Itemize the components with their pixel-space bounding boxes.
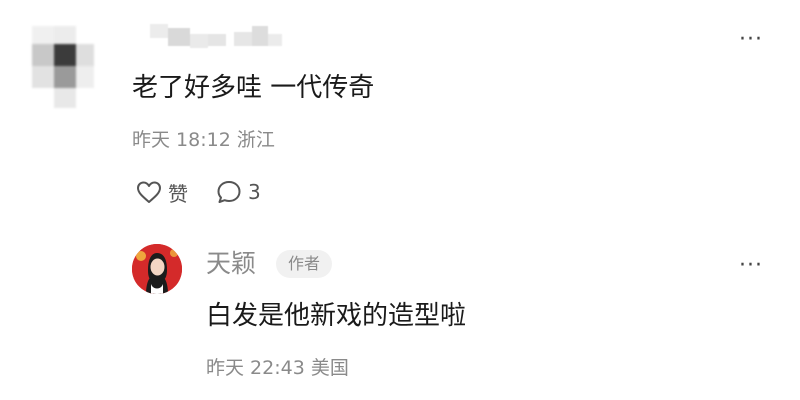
comment-meta: 昨天 18:12 浙江: [132, 124, 275, 156]
blurred-username[interactable]: [130, 20, 290, 54]
reply-location: 美国: [310, 357, 349, 379]
reply-count: 3: [248, 180, 261, 204]
comment-actions: 赞 3: [136, 174, 261, 210]
like-label: 赞: [168, 181, 188, 206]
reply-time: 昨天 22:43: [206, 357, 305, 379]
heart-outline-icon: [137, 181, 161, 203]
more-dots-icon[interactable]: ···: [736, 255, 766, 277]
reply-meta: 昨天 22:43 美国: [206, 352, 349, 384]
comment-thread: ··· 老了好多哇 一代传奇 昨天 18:12 浙江 赞 3 天颖 作者 ···: [0, 0, 800, 400]
speech-bubble-icon: [217, 181, 241, 203]
reply-username[interactable]: 天颖: [206, 246, 256, 282]
comment-text: 老了好多哇 一代传奇: [132, 73, 375, 103]
like-button[interactable]: 赞: [136, 178, 188, 207]
comment-time: 昨天 18:12: [132, 129, 231, 151]
reply-text: 白发是他新戏的造型啦: [206, 301, 467, 331]
comment-location: 浙江: [236, 129, 275, 151]
more-dots-icon[interactable]: ···: [736, 29, 766, 51]
author-avatar[interactable]: [132, 244, 182, 294]
blurred-avatar[interactable]: [12, 18, 100, 114]
author-badge: 作者: [276, 250, 333, 278]
reply-button[interactable]: 3: [216, 179, 261, 205]
